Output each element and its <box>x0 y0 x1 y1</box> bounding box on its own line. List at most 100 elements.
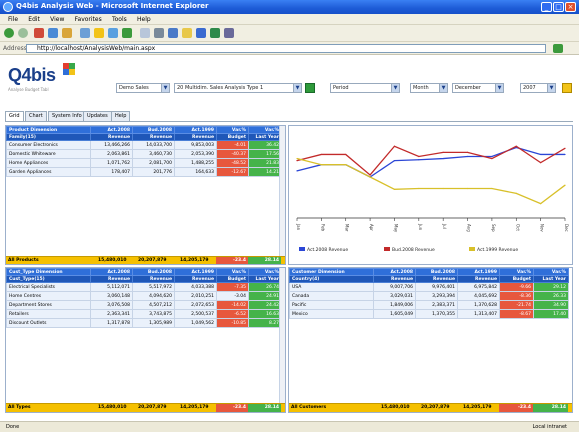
logo-tagline: Analyse Budget Tabl <box>8 87 49 92</box>
data-point <box>540 162 542 164</box>
favorites-icon[interactable] <box>94 28 104 38</box>
data-point <box>369 176 371 178</box>
series-line-2 <box>296 157 566 205</box>
folder-icon[interactable] <box>182 28 192 38</box>
print-icon[interactable] <box>154 28 164 38</box>
maximize-button[interactable]: □ <box>553 2 564 12</box>
dim-header[interactable]: Customer Dimension <box>289 268 374 276</box>
month-select[interactable]: December ▼ <box>452 83 504 93</box>
level-header[interactable]: Family(15) <box>6 133 91 141</box>
table-row[interactable]: Domestic Whiteware 2,063,861 3,460,730 2… <box>6 149 282 159</box>
table-row[interactable]: Discount Outlets 1,317,878 1,305,989 1,0… <box>6 318 282 328</box>
level-header[interactable]: Country(4) <box>289 275 374 283</box>
cube-select[interactable]: Demo Sales ▼ <box>116 83 170 93</box>
refresh-icon[interactable] <box>48 28 58 38</box>
forward-icon[interactable] <box>18 28 28 38</box>
x-tick-label: Sep <box>491 224 496 232</box>
research-icon[interactable] <box>210 28 220 38</box>
legend-label: Bud.2008 Revenue <box>392 247 435 253</box>
revenue-chart-panel: Jan Feb Mar Apr May Jun Jul Aug Sep Oct Nov Dec Act.… <box>288 125 573 265</box>
q4bis-logo: Q4bis Analyse Budget Tabl <box>8 61 78 93</box>
legend-swatch <box>469 247 475 251</box>
data-point <box>540 203 542 205</box>
data-point <box>369 174 371 176</box>
home-icon[interactable] <box>62 28 72 38</box>
table-row[interactable]: Pacific 1,849,006 2,383,371 1,370,628 -2… <box>289 300 569 310</box>
data-point <box>418 187 420 190</box>
tools-icon[interactable] <box>224 28 234 38</box>
customer-grid-panel: Customer Dimension Act.2008 Bud.2008 Act… <box>288 267 573 413</box>
menu-edit[interactable]: Edit <box>28 14 40 25</box>
table-row[interactable]: Home Appliances 1,071,762 2,081,700 1,48… <box>6 158 282 168</box>
history-icon[interactable] <box>122 28 132 38</box>
table-row[interactable]: Department Stores 3,076,508 4,507,212 2,… <box>6 300 282 310</box>
period-type-select[interactable]: Period ▼ <box>330 83 400 93</box>
data-point <box>296 157 298 160</box>
tab-chart[interactable]: Chart <box>25 111 47 121</box>
menu-tools[interactable]: Tools <box>112 14 127 25</box>
web-page: Q4bis Analyse Budget Tabl Demo Sales ▼ 20… <box>0 55 579 421</box>
x-tick-label: Feb <box>320 224 325 232</box>
window-titlebar: Q4bis Analysis Web - Microsoft Internet … <box>0 0 579 14</box>
data-point <box>296 160 298 162</box>
window-title: Q4bis Analysis Web - Microsoft Internet … <box>16 2 209 10</box>
vertical-scrollbar[interactable] <box>279 126 285 264</box>
menu-favorites[interactable]: Favorites <box>75 14 102 25</box>
period-unit-select[interactable]: Month ▼ <box>410 83 448 93</box>
vertical-scrollbar[interactable] <box>279 268 285 412</box>
data-point <box>320 153 322 156</box>
legend-label: Act.2008 Revenue <box>307 247 348 253</box>
year-select[interactable]: 2007 ▼ <box>520 83 556 93</box>
tab-system-info[interactable]: System Info <box>48 111 86 121</box>
chevron-down-icon: ▼ <box>391 84 399 92</box>
table-row[interactable]: Consumer Electronics 13,466,266 14,033,7… <box>6 140 282 150</box>
total-row[interactable]: All Products 15,480,010 20,207,879 14,20… <box>6 256 285 264</box>
close-button[interactable]: × <box>565 2 576 12</box>
data-point <box>393 160 396 162</box>
chevron-down-icon: ▼ <box>439 84 447 92</box>
menu-file[interactable]: File <box>8 14 18 25</box>
total-row[interactable]: All Customers 15,480,010 20,207,879 14,2… <box>289 403 572 412</box>
data-point <box>418 159 420 161</box>
tab-help[interactable]: Help <box>111 111 131 121</box>
view-select[interactable]: 20 Multidim. Sales Analysis Type 1 ▼ <box>174 83 302 93</box>
table-row[interactable]: Retailers 2,363,341 3,743,875 2,500,537 … <box>6 309 282 319</box>
chevron-down-icon: ▼ <box>547 84 555 92</box>
address-input[interactable]: http://localhost/AnalysisWeb/main.aspx <box>26 44 546 53</box>
table-row[interactable]: USA 9,007,706 9,976,401 6,975,842 -9.66 … <box>289 282 569 292</box>
table-row[interactable]: Mexico 1,605,049 1,370,355 1,313,407 -8.… <box>289 309 569 319</box>
menu-bar: File Edit View Favorites Tools Help <box>0 14 579 25</box>
data-point <box>466 151 469 153</box>
table-row[interactable]: Home Centres 3,060,148 4,094,620 2,010,2… <box>6 291 282 301</box>
data-point <box>466 155 469 158</box>
menu-view[interactable]: View <box>50 14 64 25</box>
calendar-icon[interactable] <box>562 83 572 93</box>
apply-icon[interactable] <box>305 83 315 93</box>
mail-icon[interactable] <box>140 28 150 38</box>
total-row[interactable]: All Types 15,480,010 20,207,879 14,205,1… <box>6 403 285 412</box>
messenger-icon[interactable] <box>196 28 206 38</box>
minimize-button[interactable]: _ <box>541 2 552 12</box>
logo-cube-icon <box>63 63 75 75</box>
data-point <box>442 187 444 190</box>
media-icon[interactable] <box>108 28 118 38</box>
tab-divider <box>5 121 573 122</box>
data-point <box>564 184 566 186</box>
back-icon[interactable] <box>4 28 14 38</box>
x-tick-label: Jan <box>296 223 301 231</box>
customer-grid: Customer Dimension Act.2008 Bud.2008 Act… <box>289 268 569 319</box>
tab-updates[interactable]: Updates <box>83 111 112 121</box>
level-header[interactable]: Cust_Type(15) <box>6 275 91 283</box>
table-row[interactable]: Electrical Specialists 5,112,071 5,517,9… <box>6 282 282 292</box>
custtype-grid-panel: Cust_Type Dimension Act.2008 Bud.2008 Ac… <box>5 267 286 413</box>
edit-icon[interactable] <box>168 28 178 38</box>
table-row[interactable]: Garden Appliances 178,407 201,776 164,63… <box>6 167 282 177</box>
menu-help[interactable]: Help <box>137 14 151 25</box>
search-icon[interactable] <box>80 28 90 38</box>
dim-header[interactable]: Cust_Type Dimension <box>6 268 91 276</box>
stop-icon[interactable] <box>34 28 44 38</box>
go-button[interactable] <box>553 44 563 53</box>
status-text: Done <box>6 424 20 430</box>
table-row[interactable]: Canada 3,029,031 3,293,394 4,045,692 -8.… <box>289 291 569 301</box>
dim-header[interactable]: Product Dimension <box>6 126 91 134</box>
